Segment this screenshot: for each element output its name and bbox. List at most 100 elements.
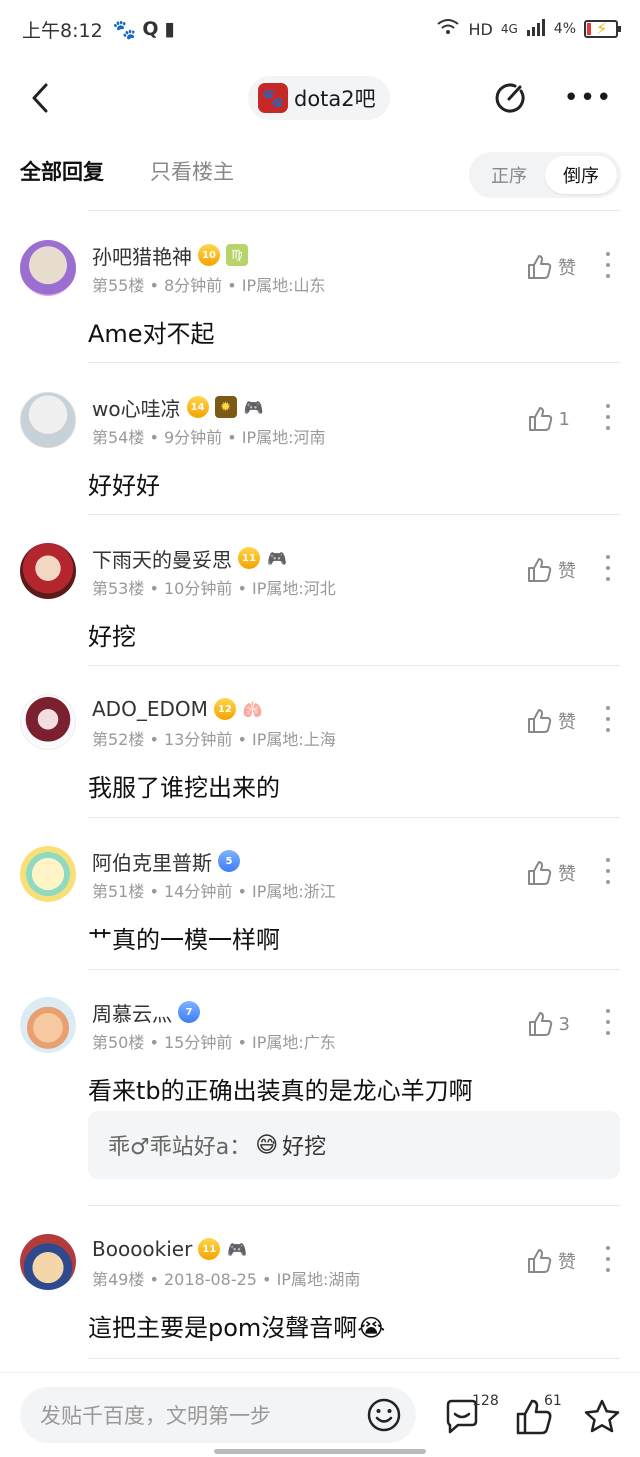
like-button[interactable]: 赞 [526,557,576,583]
floor-number: 第49楼 [92,1270,145,1289]
ip-location: IP属地:河北 [251,579,336,598]
back-button[interactable] [20,76,60,120]
username[interactable]: Booookier [92,1237,192,1261]
signal-type: 4G [500,22,518,36]
level-badge: 14 [186,396,209,418]
ip-location: IP属地:河南 [241,428,326,447]
avatar[interactable] [20,997,76,1053]
like-button[interactable]: 赞 [526,860,576,886]
thumbs-up-icon [528,255,552,279]
bottom-bar: 发贴千百度，文明第一步 128 61 [0,1372,640,1457]
like-button[interactable]: 赞 [526,1248,576,1274]
avatar[interactable] [20,392,76,448]
more-options-button[interactable] [600,1244,616,1274]
like-button[interactable]: 1 [527,406,570,432]
username[interactable]: 周慕云灬 [92,998,172,1027]
more-options-button[interactable] [600,1007,616,1037]
reply-content: Ame对不起 [88,320,215,348]
sim-icon: ▮ [164,18,175,40]
more-options-button[interactable] [600,553,616,583]
more-options-button[interactable] [600,704,616,734]
q-icon: Q [142,18,159,40]
status-icons: 🐾 Q ▮ [113,18,175,41]
like-button[interactable]: 赞 [526,254,576,280]
sub-reply-text: 好挖 [282,1135,327,1160]
like-count: 赞 [558,258,576,279]
reply-text: 這把主要是pom沒聲音啊 [88,1314,358,1342]
avatar[interactable] [20,543,76,599]
level-badge: 12 [213,698,236,720]
avatar[interactable] [20,1234,76,1290]
divider [88,817,620,818]
like-count: 赞 [558,1252,576,1273]
username[interactable]: 阿伯克里普斯 [92,847,212,876]
reply-content: 我服了谁挖出来的 [88,774,280,802]
more-options-button[interactable] [600,402,616,432]
post-meta: 第50楼 • 15分钟前 • IP属地:广东 [92,1033,336,1052]
floor-number: 第54楼 [92,428,145,447]
status-right: HD 4G 4% ⚡ [436,18,621,40]
like-count: 赞 [558,864,576,885]
sort-desc-button[interactable]: 倒序 [545,156,617,194]
post-time: 9分钟前 [163,428,223,447]
forum-pill[interactable]: 🐾 dota2吧 [248,76,390,120]
sort-asc-button[interactable]: 正序 [473,156,545,194]
username[interactable]: wo心哇凉 [92,393,181,422]
reply-content: 這把主要是pom沒聲音啊😭 [88,1308,385,1343]
like-count: 赞 [558,561,576,582]
user-row: 下雨天的曼妥思 11 🎮 [92,543,288,573]
sub-reply-author[interactable]: 乖♂乖站好a： [108,1129,251,1161]
tab-op-only[interactable]: 只看楼主 [150,156,234,186]
post-time: 14分钟前 [163,882,233,901]
divider [88,1358,620,1359]
edit-button[interactable] [490,76,530,120]
divider [88,665,620,666]
status-bar: 上午8:12 🐾 Q ▮ HD 4G 4% ⚡ [0,0,640,58]
username[interactable]: 下雨天的曼妥思 [92,544,232,573]
zodiac-badge-icon: ♍ [226,244,248,266]
more-options-button[interactable] [600,250,616,280]
floor-number: 第52楼 [92,730,145,749]
level-badge: 7 [178,1001,200,1023]
signal-icon [526,18,546,40]
more-options-button[interactable] [600,856,616,886]
thumbs-up-icon [528,1249,552,1273]
emoji-icon[interactable] [366,1397,402,1433]
reply-content: 艹真的一模一样啊 [88,926,280,954]
level-badge: 11 [198,1238,221,1260]
divider [88,210,620,211]
user-row: 阿伯克里普斯 5 [92,846,240,876]
edit-icon [495,83,525,113]
ip-location: IP属地:上海 [251,730,336,749]
post-time: 8分钟前 [163,276,223,295]
reply-content: 看来tb的正确出装真的是龙心羊刀啊 [88,1077,473,1105]
fan-badge-icon: 🎮 [227,1239,248,1259]
like-count: 1 [558,408,570,430]
username[interactable]: 孙吧猎艳神 [92,241,192,270]
post-meta: 第49楼 • 2018-08-25 • IP属地:湖南 [92,1270,361,1289]
post-time: 2018-08-25 [163,1270,257,1289]
avatar[interactable] [20,240,76,296]
forum-name: dota2吧 [294,87,376,111]
sweat-smile-icon: 😅 [255,1132,279,1158]
avatar[interactable] [20,846,76,902]
like-button[interactable]: 3 [527,1011,570,1037]
thumbs-up-icon [528,861,552,885]
like-button[interactable]: 赞 [526,708,576,734]
avatar[interactable] [20,694,76,750]
level-badge: 10 [198,244,220,266]
post-meta: 第51楼 • 14分钟前 • IP属地:浙江 [92,882,336,901]
ip-location: IP属地:湖南 [276,1270,361,1289]
floor-number: 第51楼 [92,882,145,901]
sub-reply[interactable]: 乖♂乖站好a： 😅 好挖 [88,1111,620,1179]
more-button[interactable]: ••• [564,76,612,120]
ip-location: IP属地:山东 [241,276,326,295]
tab-all-replies[interactable]: 全部回复 [20,156,104,186]
thumbs-up-icon [528,407,552,431]
ip-location: IP属地:浙江 [251,882,336,901]
home-indicator[interactable] [214,1449,426,1454]
star-icon[interactable] [582,1397,622,1437]
reply-input[interactable]: 发贴千百度，文明第一步 [20,1387,416,1443]
forum-logo-icon: 🐾 [258,83,288,113]
username[interactable]: ADO_EDOM [92,697,208,721]
